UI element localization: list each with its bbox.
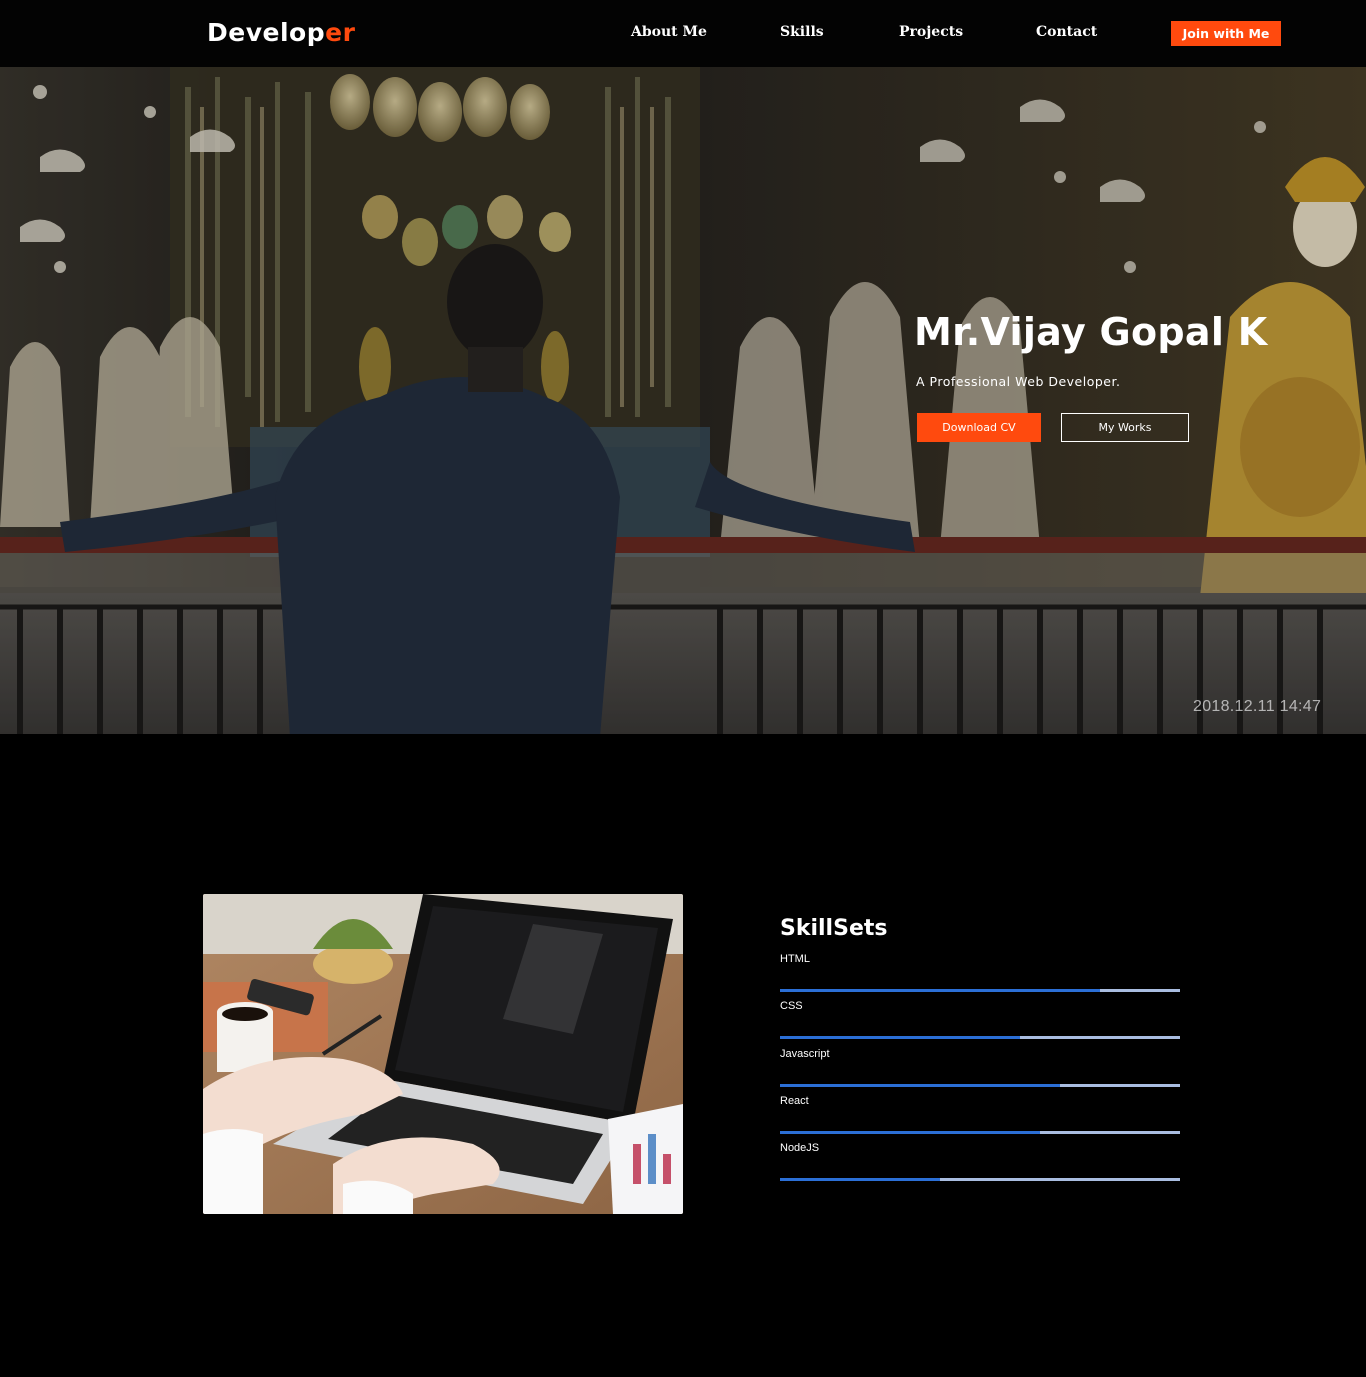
photo-timestamp: 2018.12.11 14:47: [1193, 698, 1322, 715]
skill-bar-fill-css: [780, 1036, 1020, 1039]
skill-bar-fill-html: [780, 989, 1100, 992]
logo-text-accent: er: [325, 18, 356, 47]
skill-bar-fill-javascript: [780, 1084, 1060, 1087]
hero-subtitle: A Professional Web Developer.: [916, 374, 1121, 389]
skill-bar-javascript: [780, 1084, 1180, 1087]
hero-title: Mr.Vijay Gopal K: [914, 310, 1268, 354]
nav-link-about-me[interactable]: About Me: [631, 24, 707, 40]
logo-text-main: Develop: [207, 18, 326, 47]
skill-label-nodejs: NodeJS: [780, 1142, 820, 1154]
hero-background-photo: [0, 67, 1366, 734]
skillsets-title: SkillSets: [780, 916, 888, 941]
skill-bar-css: [780, 1036, 1180, 1039]
download-cv-button[interactable]: Download CV: [917, 413, 1041, 442]
skill-label-javascript: Javascript: [780, 1048, 830, 1060]
hero-section: Mr.Vijay Gopal K A Professional Web Deve…: [0, 67, 1366, 734]
join-with-me-button[interactable]: Join with Me: [1171, 21, 1281, 46]
site-logo[interactable]: Developer: [207, 18, 355, 47]
skill-bar-fill-react: [780, 1131, 1040, 1134]
my-works-button[interactable]: My Works: [1061, 413, 1189, 442]
laptop-workspace-image: [203, 894, 683, 1214]
nav-link-skills[interactable]: Skills: [780, 24, 824, 40]
skill-label-css: CSS: [780, 1000, 803, 1012]
skill-label-html: HTML: [780, 953, 810, 965]
skill-bar-fill-nodejs: [780, 1178, 940, 1181]
skill-bar-nodejs: [780, 1178, 1180, 1181]
skill-label-react: React: [780, 1095, 809, 1107]
skill-bar-html: [780, 989, 1180, 992]
nav-link-contact[interactable]: Contact: [1036, 24, 1097, 40]
nav-link-projects[interactable]: Projects: [899, 24, 963, 40]
top-navbar: Developer About Me Skills Projects Conta…: [0, 0, 1366, 67]
skill-bar-react: [780, 1131, 1180, 1134]
